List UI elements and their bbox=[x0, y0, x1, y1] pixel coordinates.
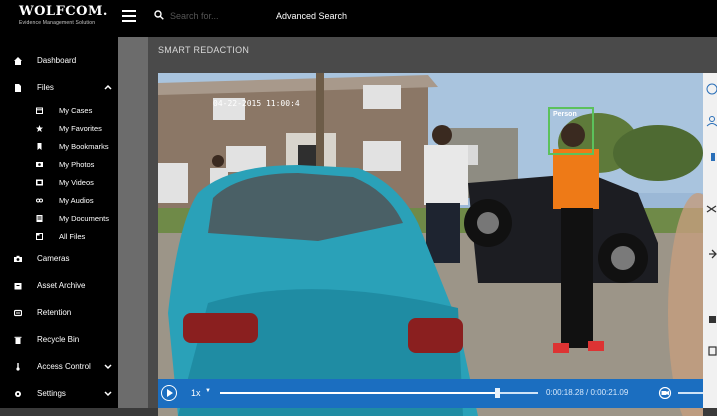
sidebar-item-asset-archive[interactable]: Asset Archive bbox=[0, 278, 118, 296]
video-icon bbox=[36, 179, 43, 186]
sidebar-subitem-label: My Bookmarks bbox=[59, 142, 109, 151]
sidebar-gutter bbox=[118, 37, 148, 408]
retention-icon bbox=[14, 309, 22, 317]
sidebar-subitem-my-audios[interactable]: My Audios bbox=[0, 193, 118, 209]
logo-tagline: Evidence Management Solution bbox=[19, 20, 96, 26]
seek-bar[interactable] bbox=[220, 388, 538, 398]
sidebar-item-access-control[interactable]: Access Control bbox=[0, 359, 118, 377]
add-icon[interactable] bbox=[706, 83, 717, 95]
menu-icon[interactable] bbox=[122, 10, 136, 22]
detection-box[interactable]: Person bbox=[548, 107, 594, 155]
camera-icon bbox=[14, 255, 22, 262]
move-icon[interactable] bbox=[706, 248, 717, 260]
speed-caret-icon[interactable]: ▼ bbox=[205, 388, 211, 394]
sidebar-item-label: Dashboard bbox=[37, 56, 77, 65]
redaction-toolbar bbox=[703, 73, 717, 408]
sidebar-subitem-label: My Photos bbox=[59, 160, 95, 169]
sidebar-subitem-label: My Videos bbox=[59, 178, 94, 187]
video-scene bbox=[158, 73, 703, 416]
person-icon[interactable] bbox=[706, 115, 717, 127]
sidebar-item-dashboard[interactable]: Dashboard bbox=[0, 53, 118, 71]
timecode: 0:00:18.28 / 0:00:21.09 bbox=[546, 388, 629, 397]
top-bar: WOLFCOM. Evidence Management Solution Ad… bbox=[0, 0, 717, 37]
sidebar-subitem-my-cases[interactable]: My Cases bbox=[0, 103, 118, 119]
sidebar-subitem-label: My Audios bbox=[59, 196, 94, 205]
snapshot-icon[interactable] bbox=[658, 387, 672, 399]
folder-icon bbox=[36, 233, 43, 240]
sidebar-subitem-my-videos[interactable]: My Videos bbox=[0, 175, 118, 191]
home-icon bbox=[14, 57, 22, 65]
calendar-icon bbox=[36, 107, 43, 114]
logo[interactable]: WOLFCOM. Evidence Management Solution bbox=[19, 5, 109, 31]
archive-icon bbox=[14, 283, 22, 290]
sidebar-item-label: Cameras bbox=[37, 254, 70, 263]
seek-bar-fill bbox=[220, 392, 497, 394]
sidebar-item-recycle-bin[interactable]: Recycle Bin bbox=[0, 332, 118, 350]
sidebar: Dashboard Files My Cases My Favorites My… bbox=[0, 37, 118, 408]
sidebar-subitem-my-favorites[interactable]: My Favorites bbox=[0, 121, 118, 137]
file-icon bbox=[15, 84, 21, 92]
star-icon bbox=[36, 125, 43, 132]
chevron-up-icon[interactable] bbox=[104, 83, 112, 91]
trash-icon bbox=[14, 336, 22, 344]
sidebar-subitem-label: My Favorites bbox=[59, 124, 102, 133]
sidebar-item-label: Settings bbox=[37, 389, 66, 398]
puzzle-icon[interactable] bbox=[706, 313, 717, 325]
playback-speed[interactable]: 1x bbox=[191, 388, 201, 398]
video-frame[interactable]: 04-22-2015 11:00:4 Person bbox=[158, 73, 703, 416]
chevron-down-icon[interactable] bbox=[104, 362, 112, 370]
key-icon bbox=[16, 363, 20, 371]
sidebar-item-label: Asset Archive bbox=[37, 281, 86, 290]
search-icon bbox=[154, 10, 164, 20]
document-icon bbox=[36, 215, 43, 222]
sidebar-item-settings[interactable]: Settings bbox=[0, 386, 118, 404]
sidebar-subitem-my-documents[interactable]: My Documents bbox=[0, 211, 118, 227]
search-input[interactable] bbox=[170, 9, 260, 23]
page-title: SMART REDACTION bbox=[158, 45, 250, 55]
sidebar-item-label: Access Control bbox=[37, 362, 91, 371]
sidebar-subitem-all-files[interactable]: All Files bbox=[0, 229, 118, 245]
sidebar-item-retention[interactable]: Retention bbox=[0, 305, 118, 323]
sidebar-item-label: Files bbox=[37, 83, 54, 92]
bookmark-icon bbox=[37, 143, 42, 150]
sidebar-subitem-label: My Cases bbox=[59, 106, 93, 115]
gear-icon bbox=[15, 391, 21, 397]
logo-text: WOLFCOM. bbox=[19, 4, 108, 19]
advanced-search-link[interactable]: Advanced Search bbox=[276, 11, 347, 21]
photo-icon bbox=[36, 162, 43, 167]
sidebar-item-files[interactable]: Files bbox=[0, 80, 118, 98]
shuffle-icon[interactable] bbox=[706, 203, 717, 215]
player-controls: 1x ▼ 0:00:18.28 / 0:00:21.09 bbox=[158, 379, 703, 408]
chevron-down-icon[interactable] bbox=[104, 389, 112, 397]
seek-thumb[interactable] bbox=[494, 388, 500, 398]
sidebar-item-label: Retention bbox=[37, 308, 72, 317]
play-button[interactable] bbox=[161, 385, 177, 401]
sidebar-item-label: Recycle Bin bbox=[37, 335, 80, 344]
detection-label: Person bbox=[553, 111, 577, 118]
frame-icon[interactable] bbox=[706, 345, 717, 357]
volume-slider[interactable] bbox=[678, 392, 703, 394]
main-content: SMART REDACTION 04-22-2015 11:00:4 Perso… bbox=[148, 37, 717, 416]
video-timestamp-overlay: 04-22-2015 11:00:4 bbox=[213, 99, 300, 108]
sidebar-subitem-label: My Documents bbox=[59, 214, 110, 223]
sidebar-subitem-my-photos[interactable]: My Photos bbox=[0, 157, 118, 173]
sidebar-item-cameras[interactable]: Cameras bbox=[0, 251, 118, 269]
sidebar-subitem-label: All Files bbox=[59, 232, 86, 241]
audio-icon bbox=[36, 198, 43, 203]
sidebar-subitem-my-bookmarks[interactable]: My Bookmarks bbox=[0, 139, 118, 155]
tool-icon[interactable] bbox=[706, 151, 717, 163]
